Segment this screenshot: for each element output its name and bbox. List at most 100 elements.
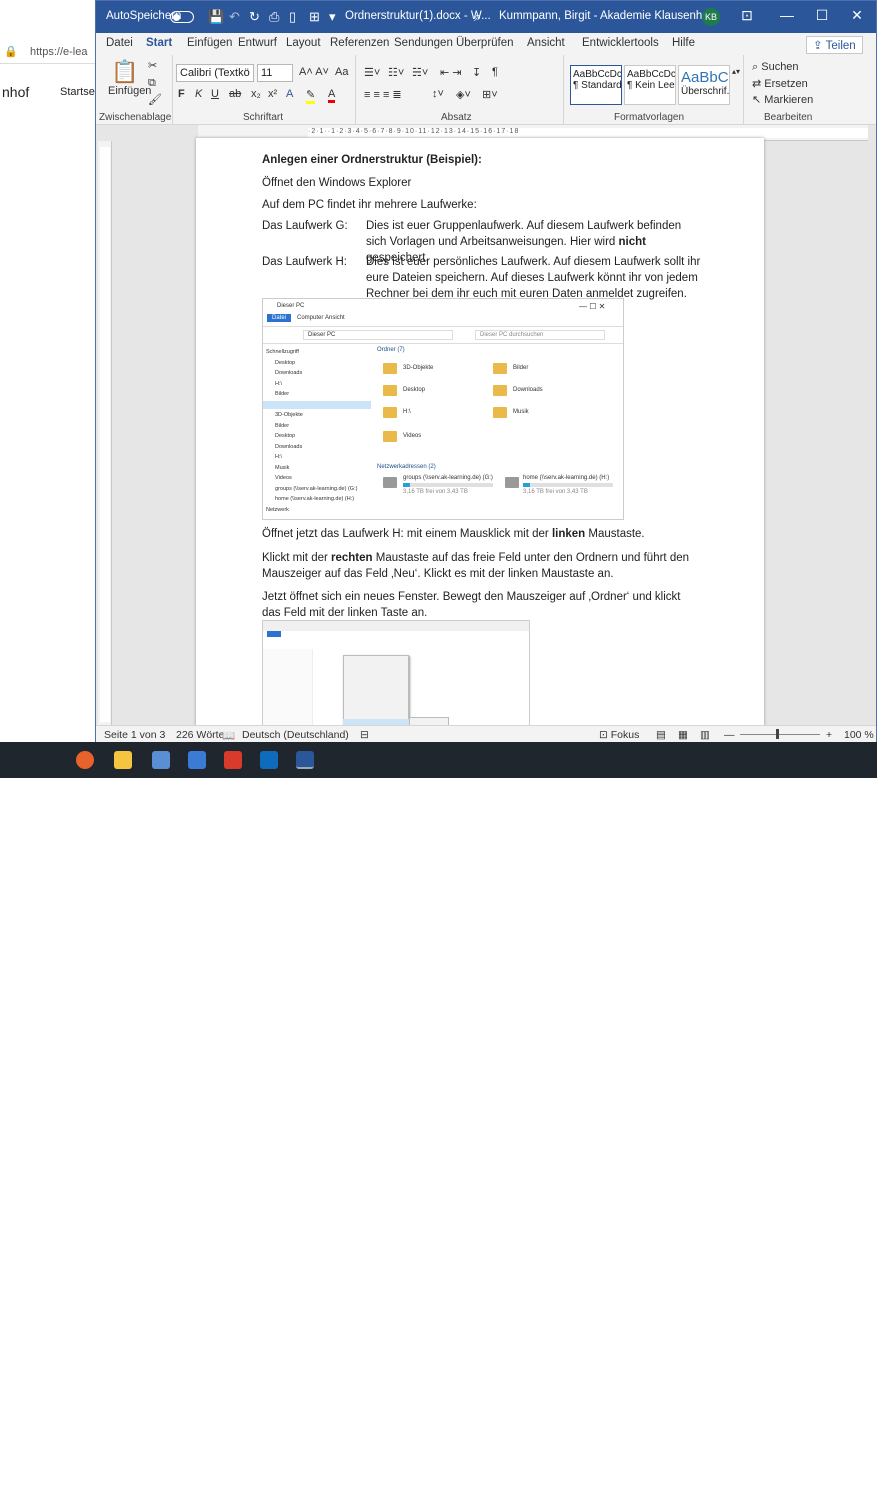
proofing-icon[interactable]: 📖 bbox=[222, 729, 235, 742]
cut-icon[interactable]: ✂ bbox=[148, 59, 157, 72]
search-label: Suchen bbox=[761, 61, 799, 73]
status-bar: Seite 1 von 3 226 Wörter 📖 Deutsch (Deut… bbox=[96, 725, 876, 742]
paste-icon[interactable]: 📋 bbox=[111, 59, 138, 85]
customize-icon[interactable]: ▾ bbox=[329, 9, 336, 25]
tab-ansicht[interactable]: Ansicht bbox=[527, 37, 565, 49]
change-case-icon[interactable]: Aa bbox=[335, 66, 348, 78]
superscript-icon[interactable]: x² bbox=[268, 88, 277, 100]
undo-icon[interactable]: ↶ bbox=[229, 9, 240, 25]
print-layout-icon[interactable]: ▦ bbox=[678, 729, 688, 741]
grow-font-icon[interactable]: A˄ A˅ bbox=[299, 66, 329, 78]
tab-referenzen[interactable]: Referenzen bbox=[330, 37, 389, 49]
indent-icon[interactable]: ⇤ ⇥ bbox=[440, 66, 462, 79]
borders-icon[interactable]: ⊞˅ bbox=[482, 88, 498, 101]
copy-icon[interactable]: ⧉ bbox=[148, 77, 156, 90]
doc-paragraph: Auf dem PC findet ihr mehrere Laufwerke: bbox=[262, 199, 477, 211]
zoom-level[interactable]: 100 % bbox=[844, 729, 874, 741]
browser-address-bar[interactable]: 🔒 https://e-lea bbox=[0, 40, 95, 64]
style-standard[interactable]: AaBbCcDc ¶ Standard bbox=[570, 65, 622, 105]
focus-button[interactable]: ⊡ Fokus bbox=[599, 729, 639, 741]
page-count[interactable]: Seite 1 von 3 bbox=[104, 729, 165, 741]
replace-button[interactable]: ⇄ Ersetzen bbox=[752, 77, 808, 90]
format-painter-icon[interactable]: 🖌 bbox=[148, 93, 162, 106]
tab-start[interactable]: Start bbox=[146, 37, 173, 57]
autosave-toggle[interactable] bbox=[170, 11, 194, 23]
tab-sendungen[interactable]: Sendungen bbox=[394, 37, 453, 49]
word-icon[interactable] bbox=[296, 751, 314, 769]
select-button[interactable]: ↖ Markieren bbox=[752, 93, 813, 106]
search-icon[interactable]: ⌕ bbox=[474, 9, 481, 25]
tab-entwurf[interactable]: Entwurf bbox=[238, 37, 277, 49]
styles-group: AaBbCcDc ¶ Standard AaBbCcDc ¶ Kein Lee.… bbox=[564, 55, 744, 125]
user-avatar[interactable]: KB bbox=[702, 8, 720, 26]
zoom-out-icon[interactable]: — bbox=[724, 729, 735, 741]
bold-icon[interactable]: F bbox=[178, 88, 185, 100]
doc-paragraph: Jetzt öffnet sich ein neues Fenster. Bew… bbox=[262, 591, 681, 619]
firefox-icon[interactable] bbox=[76, 751, 94, 769]
tab-ueberpruefen[interactable]: Überprüfen bbox=[456, 37, 514, 49]
document-page[interactable]: Anlegen einer Ordnerstruktur (Beispiel):… bbox=[196, 138, 764, 728]
italic-icon[interactable]: K bbox=[195, 88, 202, 100]
tab-hilfe[interactable]: Hilfe bbox=[672, 37, 695, 49]
explorer-sidebar-item: Desktop bbox=[275, 433, 296, 439]
drive-h-key: Das Laufwerk H: bbox=[262, 256, 348, 268]
tab-entwicklertools[interactable]: Entwicklertools bbox=[582, 37, 659, 49]
vertical-ruler[interactable] bbox=[98, 141, 112, 726]
text-effects-icon[interactable]: A bbox=[286, 88, 293, 100]
shading-icon[interactable]: ◈˅ bbox=[456, 88, 471, 101]
search-button[interactable]: ⌕ Suchen bbox=[752, 61, 799, 74]
bullets-icon[interactable]: ☰˅ bbox=[364, 66, 380, 79]
align-icons[interactable]: ≡ ≡ ≡ ≣ bbox=[364, 88, 402, 101]
share-button[interactable]: ⇪ Teilen bbox=[806, 36, 863, 54]
editing-label: Bearbeiten bbox=[764, 112, 813, 123]
calculator-icon[interactable] bbox=[188, 751, 206, 769]
new-doc-icon[interactable]: ▯ bbox=[289, 9, 296, 25]
control-panel-icon[interactable] bbox=[152, 751, 170, 769]
styles-more-icon[interactable]: ▴▾ bbox=[732, 67, 740, 76]
language[interactable]: Deutsch (Deutschland) bbox=[242, 729, 349, 741]
read-mode-icon[interactable]: ▤ bbox=[656, 729, 666, 741]
net-drive-name: groups (\\serv.ak-learning.de) (G:) bbox=[403, 475, 493, 481]
tab-datei[interactable]: Datei bbox=[106, 37, 133, 49]
zoom-in-icon[interactable]: + bbox=[826, 729, 832, 741]
numbering-icon[interactable]: ☷˅ bbox=[388, 66, 404, 79]
redo-icon[interactable]: ↻ bbox=[249, 9, 260, 25]
ribbon-display-icon[interactable]: ⊡ bbox=[736, 7, 758, 24]
line-spacing-icon[interactable]: ↕˅ bbox=[432, 88, 444, 100]
quick-access-icon[interactable]: ⊞ bbox=[309, 9, 320, 25]
close-icon[interactable]: ✕ bbox=[846, 7, 868, 24]
explorer-sidebar-item: home (\\serv.ak-learning.de) (H:) bbox=[275, 496, 355, 502]
font-name-select[interactable]: Calibri (Textkö bbox=[176, 64, 254, 82]
accessibility-icon[interactable]: ⊟ bbox=[360, 729, 369, 741]
outlook-icon[interactable] bbox=[260, 751, 278, 769]
zoom-thumb[interactable] bbox=[776, 729, 779, 739]
multilevel-icon[interactable]: ☵˅ bbox=[412, 66, 428, 79]
paste-button[interactable]: Einfügen bbox=[108, 85, 151, 97]
lock-icon: 🔒 bbox=[4, 46, 18, 58]
taskbar: Umfragetools: bbox=[0, 742, 877, 1497]
minimize-icon[interactable]: — bbox=[776, 7, 798, 23]
file-explorer-icon[interactable] bbox=[114, 751, 132, 769]
select-label: Markieren bbox=[764, 94, 814, 106]
strikethrough-icon[interactable]: ab bbox=[229, 88, 241, 100]
print-icon[interactable]: ⎙ bbox=[269, 9, 279, 25]
tab-layout[interactable]: Layout bbox=[286, 37, 321, 49]
font-color-icon[interactable]: A bbox=[328, 88, 336, 103]
font-size-select[interactable]: 11 bbox=[257, 64, 293, 82]
acrobat-icon[interactable] bbox=[224, 751, 242, 769]
underline-icon[interactable]: U bbox=[211, 88, 219, 100]
save-icon[interactable]: 💾 bbox=[208, 9, 224, 25]
font-group: Calibri (Textkö 11 A˄ A˅ Aa F K U ab x₂ … bbox=[173, 55, 356, 125]
style-heading[interactable]: AaBbC( Überschrif... bbox=[678, 65, 730, 105]
style-no-spacing[interactable]: AaBbCcDc ¶ Kein Lee... bbox=[624, 65, 676, 105]
zoom-slider[interactable] bbox=[740, 734, 820, 735]
maximize-icon[interactable]: ☐ bbox=[811, 7, 833, 24]
ruler-scale bbox=[100, 147, 110, 722]
tab-einfuegen[interactable]: Einfügen bbox=[187, 37, 232, 49]
sort-icon[interactable]: ↧ bbox=[472, 66, 481, 79]
subscript-icon[interactable]: x₂ bbox=[251, 88, 261, 100]
word-count[interactable]: 226 Wörter bbox=[176, 729, 228, 741]
web-layout-icon[interactable]: ▥ bbox=[700, 729, 710, 741]
highlight-icon[interactable]: ✎ bbox=[306, 88, 316, 104]
pilcrow-icon[interactable]: ¶ bbox=[492, 66, 498, 78]
